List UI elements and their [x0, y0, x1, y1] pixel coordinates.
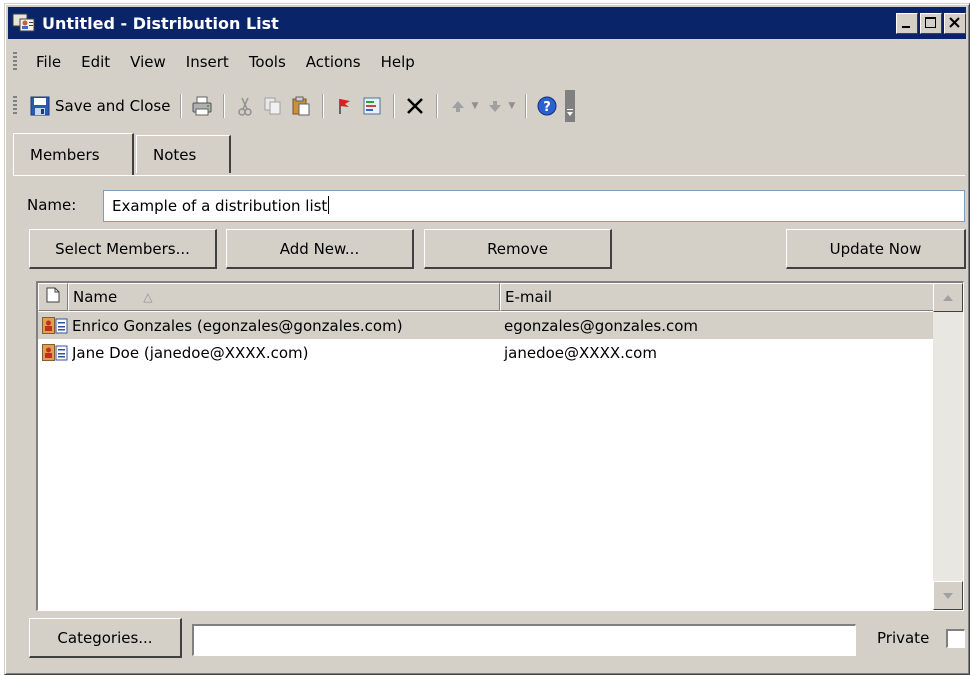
- select-members-label: Select Members...: [55, 239, 190, 258]
- vertical-scrollbar[interactable]: [933, 283, 963, 610]
- sort-ascending-icon: △: [143, 290, 153, 304]
- close-button[interactable]: [944, 12, 966, 34]
- scroll-up-button[interactable]: [933, 283, 963, 312]
- copy-button[interactable]: [259, 91, 287, 121]
- column-icon-header[interactable]: [38, 283, 68, 311]
- standard-toolbar: Save and Close ▼ ▼ ?: [11, 86, 715, 126]
- toolbar-options-chevron[interactable]: [565, 90, 576, 122]
- previous-item-icon: [447, 95, 469, 117]
- flag-icon: [333, 95, 355, 117]
- help-icon: ?: [536, 95, 558, 117]
- menu-tools[interactable]: Tools: [239, 53, 296, 71]
- name-label: Name:: [27, 196, 77, 214]
- toolbar-separator: [393, 94, 395, 118]
- categories-input[interactable]: [192, 624, 856, 656]
- contact-card-icon: [42, 343, 68, 362]
- paste-button[interactable]: [287, 91, 315, 121]
- tab-notes[interactable]: Notes: [136, 135, 231, 173]
- next-item-button[interactable]: ▼: [481, 91, 518, 121]
- tab-notes-label: Notes: [153, 145, 197, 164]
- text-caret: [328, 196, 330, 214]
- svg-text:?: ?: [544, 100, 552, 115]
- private-label: Private: [877, 629, 930, 647]
- chevron-down-icon[interactable]: ▼: [508, 101, 515, 111]
- menu-view[interactable]: View: [120, 53, 176, 71]
- menu-actions[interactable]: Actions: [296, 53, 371, 71]
- window-title: Untitled - Distribution List: [42, 13, 279, 33]
- categories-label: Categories...: [57, 628, 153, 647]
- toolbar-separator: [223, 94, 225, 118]
- toolbar-grip-handle[interactable]: [13, 96, 17, 116]
- print-button[interactable]: [188, 91, 216, 121]
- next-item-icon: [484, 95, 506, 117]
- maximize-button[interactable]: [920, 12, 942, 34]
- list-rows: Enrico Gonzales (egonzales@gonzales.com)…: [38, 312, 934, 366]
- cut-icon: [234, 95, 256, 117]
- member-email: egonzales@gonzales.com: [504, 316, 698, 335]
- cut-button[interactable]: [231, 91, 259, 121]
- update-now-button[interactable]: Update Now: [786, 229, 966, 269]
- save-icon: [29, 95, 51, 117]
- select-members-button[interactable]: Select Members...: [29, 229, 217, 269]
- tab-members[interactable]: Members: [13, 133, 134, 175]
- menubar-grip-handle[interactable]: [13, 52, 17, 72]
- list-header: Name △ E-mail: [38, 283, 934, 311]
- scroll-down-button[interactable]: [933, 581, 963, 610]
- copy-icon: [262, 95, 284, 117]
- delete-icon: [404, 95, 426, 117]
- private-checkbox[interactable]: [946, 629, 965, 648]
- distribution-list-icon: [12, 12, 36, 34]
- delete-button[interactable]: [401, 91, 429, 121]
- update-now-label: Update Now: [829, 239, 922, 258]
- paste-icon: [290, 95, 312, 117]
- chevron-down-icon[interactable]: ▼: [471, 101, 478, 111]
- print-icon: [191, 95, 213, 117]
- save-and-close-button[interactable]: Save and Close: [26, 91, 173, 121]
- menu-insert[interactable]: Insert: [176, 53, 239, 71]
- categories-icon: [361, 95, 383, 117]
- previous-item-button[interactable]: ▼: [444, 91, 481, 121]
- follow-up-flag-button[interactable]: [330, 91, 358, 121]
- member-name: Jane Doe (janedoe@XXXX.com): [72, 343, 309, 362]
- remove-button[interactable]: Remove: [424, 229, 612, 269]
- add-new-button[interactable]: Add New...: [226, 229, 414, 269]
- column-email-label: E-mail: [505, 288, 553, 306]
- toolbar-separator: [525, 94, 527, 118]
- name-input-value: Example of a distribution list: [112, 197, 328, 215]
- toolbar-separator: [180, 94, 182, 118]
- column-header-name[interactable]: Name △: [68, 283, 500, 311]
- tab-members-label: Members: [30, 145, 100, 164]
- list-item[interactable]: Jane Doe (janedoe@XXXX.com) janedoe@XXXX…: [38, 339, 934, 366]
- distribution-list-window: Untitled - Distribution List File Edit V…: [4, 3, 970, 675]
- menubar-empty-area: [599, 43, 967, 81]
- menu-file[interactable]: File: [26, 53, 71, 71]
- save-and-close-label: Save and Close: [55, 97, 171, 115]
- tab-strip: Members Notes: [13, 133, 965, 177]
- toolbar-separator: [436, 94, 438, 118]
- list-item[interactable]: Enrico Gonzales (egonzales@gonzales.com)…: [38, 312, 934, 339]
- member-email: janedoe@XXXX.com: [504, 343, 657, 362]
- add-new-label: Add New...: [279, 239, 360, 258]
- help-button[interactable]: ?: [533, 91, 561, 121]
- categories-button[interactable]: Categories...: [29, 618, 182, 658]
- column-header-email[interactable]: E-mail: [500, 283, 934, 311]
- name-input[interactable]: Example of a distribution list: [103, 190, 965, 222]
- member-name: Enrico Gonzales (egonzales@gonzales.com): [72, 316, 403, 335]
- members-list[interactable]: Name △ E-mail Enrico Gonzales (egonzales…: [36, 281, 964, 611]
- menu-help[interactable]: Help: [371, 53, 425, 71]
- minimize-button[interactable]: [896, 12, 918, 34]
- contact-card-icon: [42, 316, 68, 335]
- tab-baseline: [13, 175, 965, 176]
- toolbar-separator: [322, 94, 324, 118]
- column-name-label: Name: [73, 288, 118, 306]
- document-icon: [46, 287, 60, 307]
- categories-toolbar-button[interactable]: [358, 91, 386, 121]
- menu-bar: File Edit View Insert Tools Actions Help: [11, 43, 599, 81]
- title-bar[interactable]: Untitled - Distribution List: [8, 7, 966, 39]
- remove-label: Remove: [487, 239, 548, 258]
- menu-edit[interactable]: Edit: [71, 53, 120, 71]
